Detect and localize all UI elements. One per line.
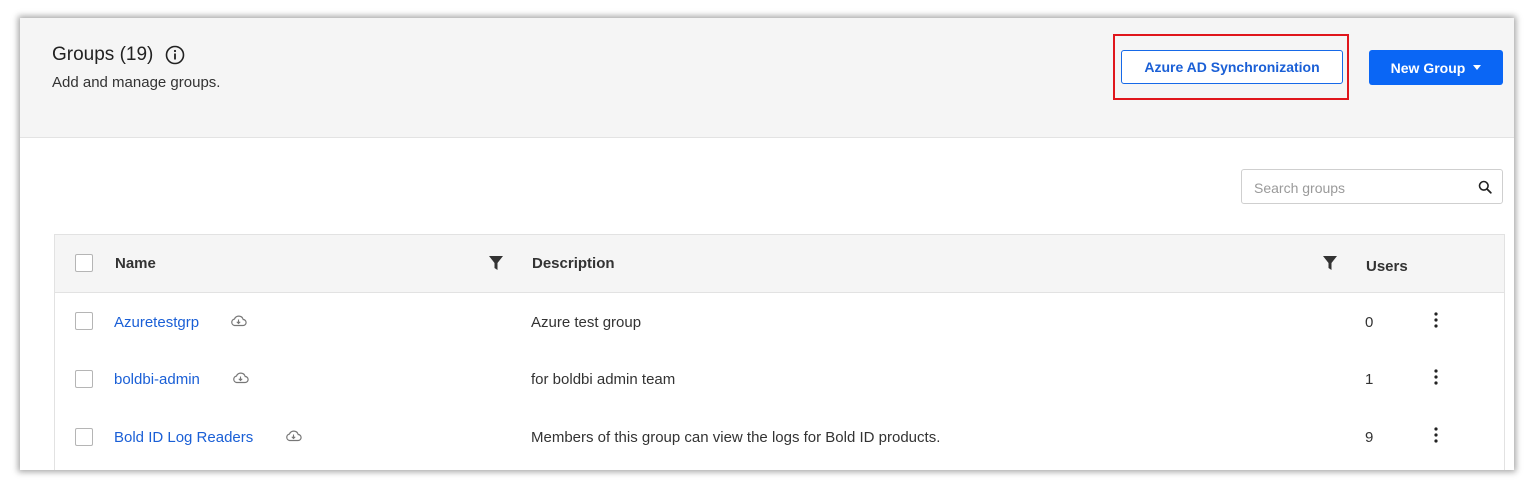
- group-name-link[interactable]: Bold ID Log Readers: [114, 429, 253, 446]
- row-checkbox[interactable]: [75, 428, 93, 446]
- search-box: [1241, 169, 1503, 205]
- azure-ad-sync-label: Azure AD Synchronization: [1144, 59, 1320, 75]
- group-description: for boldbi admin team: [531, 371, 676, 388]
- table-row: boldbi-admin for boldbi admin team 1: [55, 350, 1504, 407]
- chevron-down-icon: [1473, 65, 1482, 70]
- more-options-icon[interactable]: [1430, 368, 1442, 386]
- row-checkbox[interactable]: [75, 370, 93, 388]
- search-input[interactable]: [1252, 170, 1476, 205]
- table-row: Azuretestgrp Azure test group 0: [55, 293, 1504, 350]
- title-row: Groups (19): [52, 44, 185, 66]
- group-description: Members of this group can view the logs …: [531, 429, 941, 446]
- info-icon[interactable]: [165, 45, 185, 65]
- group-description: Azure test group: [531, 314, 642, 331]
- page-header: Groups (19) Add and manage groups. Azure…: [20, 18, 1514, 138]
- new-group-label: New Group: [1390, 59, 1466, 76]
- group-user-count: 0: [1365, 314, 1374, 331]
- group-user-count: 9: [1365, 429, 1374, 446]
- search-icon[interactable]: [1478, 180, 1492, 194]
- page-title: Groups (19): [52, 44, 154, 65]
- azure-ad-sync-button[interactable]: Azure AD Synchronization: [1121, 50, 1343, 84]
- more-options-icon[interactable]: [1430, 426, 1442, 444]
- more-options-icon[interactable]: [1430, 311, 1442, 329]
- page-subtitle: Add and manage groups.: [52, 74, 221, 91]
- groups-page: Groups (19) Add and manage groups. Azure…: [20, 18, 1514, 470]
- cloud-sync-icon: [232, 371, 249, 384]
- row-checkbox[interactable]: [75, 312, 93, 330]
- group-name-link[interactable]: boldbi-admin: [114, 371, 200, 388]
- select-all-checkbox[interactable]: [75, 254, 93, 272]
- name-filter-icon[interactable]: [488, 255, 504, 271]
- table-header: Name Description Users: [55, 235, 1504, 293]
- column-header-name[interactable]: Name: [115, 255, 156, 272]
- group-user-count: 1: [1365, 371, 1374, 388]
- table-row: Bold ID Log Readers Members of this grou…: [55, 408, 1504, 465]
- cloud-sync-icon: [230, 314, 247, 327]
- column-header-users[interactable]: Users: [1366, 258, 1408, 275]
- groups-table: Name Description Users Azuretestgrp Azur…: [54, 234, 1505, 470]
- column-header-description[interactable]: Description: [532, 255, 615, 272]
- description-filter-icon[interactable]: [1322, 255, 1338, 271]
- cloud-sync-icon: [285, 429, 302, 442]
- new-group-button[interactable]: New Group: [1369, 50, 1503, 85]
- group-name-link[interactable]: Azuretestgrp: [114, 314, 199, 331]
